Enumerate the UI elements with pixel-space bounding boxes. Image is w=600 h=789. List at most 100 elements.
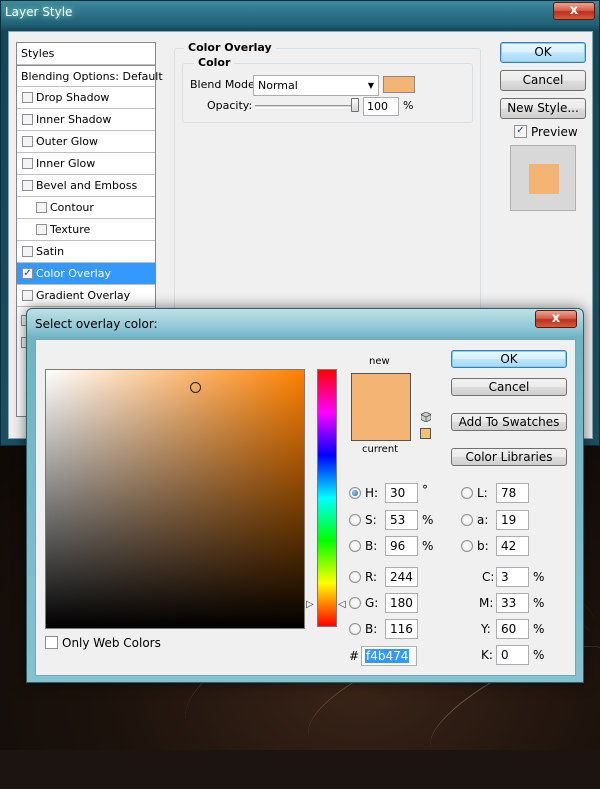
radio-saturation[interactable] <box>349 514 361 526</box>
style-item-inner-shadow[interactable]: Inner Shadow <box>17 109 155 131</box>
brightness-input[interactable]: 96 <box>385 536 418 556</box>
checkbox[interactable] <box>36 224 47 235</box>
checkbox[interactable] <box>22 158 33 169</box>
new-style-button[interactable]: New Style... <box>500 98 586 119</box>
brightness-label: B: <box>365 539 378 553</box>
ok-button[interactable]: OK <box>451 350 567 368</box>
close-icon: x <box>569 3 579 18</box>
cyan-unit: % <box>533 570 545 584</box>
current-color-swatch[interactable] <box>352 407 410 440</box>
radio-brightness[interactable] <box>349 540 361 552</box>
checkbox-checked[interactable]: ✓ <box>22 268 33 279</box>
style-preview <box>510 145 576 211</box>
web-safe-swatch[interactable] <box>420 428 431 439</box>
opacity-input[interactable]: 100 <box>363 97 399 116</box>
close-button[interactable]: x <box>535 310 577 328</box>
radio-blue[interactable] <box>349 623 361 635</box>
radio-red[interactable] <box>349 571 361 583</box>
color-libraries-button[interactable]: Color Libraries <box>451 448 567 466</box>
saturation-unit: % <box>422 513 434 527</box>
a-input[interactable]: 19 <box>496 510 529 530</box>
b-input[interactable]: 42 <box>496 536 529 556</box>
checkbox[interactable] <box>36 202 47 213</box>
blend-mode-label: Blend Mode: <box>190 78 259 91</box>
new-label: new <box>369 356 390 367</box>
opacity-unit: % <box>403 99 414 112</box>
hue-input[interactable]: 30 <box>385 483 418 503</box>
radio-lightness[interactable] <box>461 487 473 499</box>
radio-a[interactable] <box>461 514 473 526</box>
opacity-slider-track[interactable] <box>255 105 359 108</box>
ok-button[interactable]: OK <box>500 42 586 63</box>
checkbox[interactable] <box>22 290 33 301</box>
green-input[interactable]: 180 <box>385 593 418 613</box>
yellow-input[interactable]: 60 <box>496 619 529 639</box>
radio-b[interactable] <box>461 540 473 552</box>
blend-mode-select[interactable]: Normal ▼ <box>253 75 379 96</box>
style-item-outer-glow[interactable]: Outer Glow <box>17 131 155 153</box>
hue-arrow-left-icon[interactable]: ▷ <box>306 599 314 610</box>
opacity-slider-thumb[interactable] <box>351 98 359 112</box>
only-web-colors-checkbox[interactable] <box>45 636 58 649</box>
yellow-label: Y: <box>481 622 491 636</box>
black-input[interactable]: 0 <box>496 645 529 665</box>
new-current-swatch <box>351 373 411 441</box>
preview-label: Preview <box>531 125 578 139</box>
cyan-input[interactable]: 3 <box>496 567 529 587</box>
cancel-button[interactable]: Cancel <box>451 378 567 396</box>
cube-icon[interactable] <box>421 412 431 422</box>
overlay-color-swatch[interactable] <box>383 76 415 93</box>
blue-input[interactable]: 116 <box>385 619 418 639</box>
checkbox[interactable] <box>22 180 33 191</box>
color-picker-dialog: Select overlay color: x ▷ ◁ new current … <box>26 308 584 683</box>
red-label: R: <box>365 570 378 584</box>
magenta-input[interactable]: 33 <box>496 593 529 613</box>
yellow-unit: % <box>533 622 545 636</box>
red-input[interactable]: 244 <box>385 567 418 587</box>
close-button[interactable]: x <box>553 2 595 20</box>
saturation-input[interactable]: 53 <box>385 510 418 530</box>
hue-unit: ° <box>422 483 428 497</box>
preview-checkbox[interactable]: ✓ <box>514 125 527 138</box>
hex-value: f4b474 <box>365 649 410 663</box>
saturation-brightness-field[interactable] <box>45 369 305 629</box>
style-item-drop-shadow[interactable]: Drop Shadow <box>17 87 155 109</box>
styles-header[interactable]: Styles <box>17 43 155 65</box>
cancel-button[interactable]: Cancel <box>500 70 586 91</box>
blue-label: B: <box>365 622 378 636</box>
color-overlay-title: Color Overlay <box>184 41 276 54</box>
current-label: current <box>362 444 399 455</box>
brightness-unit: % <box>422 539 434 553</box>
green-label: G: <box>365 596 379 610</box>
window-title: Layer Style <box>5 5 73 19</box>
checkbox[interactable] <box>22 114 33 125</box>
color-subgroup-title: Color <box>194 56 235 69</box>
add-to-swatches-button[interactable]: Add To Swatches <box>451 413 567 431</box>
cyan-label: C: <box>482 570 495 584</box>
style-item-texture[interactable]: Texture <box>17 219 155 241</box>
checkbox[interactable] <box>22 92 33 103</box>
color-marker[interactable] <box>190 382 201 393</box>
radio-green[interactable] <box>349 597 361 609</box>
preview-swatch <box>529 164 559 194</box>
lightness-input[interactable]: 78 <box>496 483 529 503</box>
checkbox[interactable] <box>22 136 33 147</box>
black-unit: % <box>533 648 545 662</box>
hex-input[interactable]: f4b474 <box>361 646 417 666</box>
style-item-gradient-overlay[interactable]: Gradient Overlay <box>17 285 155 307</box>
checkbox[interactable] <box>22 246 33 257</box>
style-item-color-overlay[interactable]: ✓ Color Overlay <box>17 263 155 285</box>
style-item-satin[interactable]: Satin <box>17 241 155 263</box>
radio-hue[interactable] <box>349 487 361 499</box>
hex-prefix: # <box>349 649 360 663</box>
color-picker-client: ▷ ◁ new current OK Cancel Add To Swatche… <box>35 339 576 676</box>
hue-arrow-right-icon[interactable]: ◁ <box>338 599 346 610</box>
magenta-label: M: <box>479 596 494 610</box>
style-item-contour[interactable]: Contour <box>17 197 155 219</box>
saturation-label: S: <box>365 513 377 527</box>
style-item-blending-options[interactable]: Blending Options: Default <box>17 65 163 87</box>
hue-slider[interactable] <box>317 369 337 627</box>
b-label: b: <box>477 539 489 553</box>
style-item-bevel-emboss[interactable]: Bevel and Emboss <box>17 175 155 197</box>
style-item-inner-glow[interactable]: Inner Glow <box>17 153 155 175</box>
